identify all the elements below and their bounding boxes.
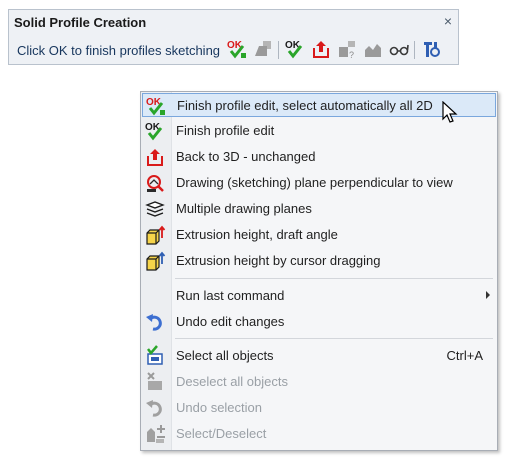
- menu-item-extrusion-drag[interactable]: Extrusion height by cursor dragging: [142, 249, 496, 273]
- context-menu: OK Finish profile edit, select automatic…: [140, 91, 498, 451]
- menu-item-select-deselect[interactable]: Select/Deselect: [142, 422, 496, 446]
- ok-check-icon[interactable]: OK: [284, 38, 306, 60]
- menu-item-undo-selection[interactable]: Undo selection: [142, 396, 496, 420]
- menu-item-run-last-command[interactable]: Run last command: [142, 284, 496, 308]
- menu-item-shortcut: Ctrl+A: [446, 348, 483, 363]
- toolbar-separator: [278, 41, 279, 59]
- close-icon[interactable]: ×: [444, 13, 452, 29]
- shapes-disabled-icon[interactable]: [252, 38, 274, 60]
- back-to-3d-icon[interactable]: [310, 38, 332, 60]
- menu-item-label: Finish profile edit: [176, 123, 275, 138]
- menu-item-label: Drawing (sketching) plane perpendicular …: [176, 175, 453, 190]
- toolbar-message: Click OK to finish profiles sketching: [17, 43, 221, 58]
- select-deselect-icon: [144, 423, 166, 445]
- back-to-3d-icon: [144, 146, 166, 168]
- deselect-all-icon: [144, 371, 166, 393]
- tools-icon[interactable]: [420, 38, 442, 60]
- extrusion-drag-icon: [144, 250, 166, 272]
- multiple-planes-icon: [144, 198, 166, 220]
- menu-item-label: Multiple drawing planes: [176, 201, 312, 216]
- menu-item-label: Extrusion height by cursor dragging: [176, 253, 381, 268]
- menu-item-undo-edit-changes[interactable]: Undo edit changes: [142, 310, 496, 334]
- menu-item-multiple-planes[interactable]: Multiple drawing planes: [142, 197, 496, 221]
- menu-item-label: Run last command: [176, 288, 285, 303]
- menu-item-deselect-all[interactable]: Deselect all objects: [142, 370, 496, 394]
- menu-item-label: Finish profile edit, select automaticall…: [177, 98, 433, 113]
- toolbar-title: Solid Profile Creation: [14, 15, 147, 30]
- menu-item-label: Deselect all objects: [176, 374, 288, 389]
- plane-perpendicular-icon: [144, 172, 166, 194]
- mouse-cursor-icon: [442, 101, 458, 123]
- undo-selection-icon: [144, 397, 166, 419]
- menu-separator: [175, 278, 493, 279]
- menu-item-label: Select/Deselect: [176, 426, 267, 441]
- shapes-edit-disabled-icon[interactable]: ?: [336, 38, 358, 60]
- profile-disabled-icon[interactable]: [362, 38, 384, 60]
- select-all-icon: [144, 345, 166, 367]
- extrusion-height-icon: [144, 224, 166, 246]
- svg-text:?: ?: [349, 50, 354, 60]
- menu-item-label: Back to 3D - unchanged: [176, 149, 316, 164]
- menu-item-back-to-3d[interactable]: Back to 3D - unchanged: [142, 145, 496, 169]
- menu-item-label: Undo selection: [176, 400, 262, 415]
- submenu-arrow-icon: [486, 291, 490, 299]
- ok-auto-2d-icon: OK: [145, 95, 167, 117]
- menu-item-label: Select all objects: [176, 348, 274, 363]
- toolbar-separator: [414, 41, 415, 59]
- menu-item-extrusion-height[interactable]: Extrusion height, draft angle: [142, 223, 496, 247]
- menu-item-label: Undo edit changes: [176, 314, 285, 329]
- solid-profile-toolbar: Solid Profile Creation × Click OK to fin…: [8, 9, 459, 65]
- ok-auto-2d-icon[interactable]: OK: [226, 38, 248, 60]
- ok-check-icon: OK: [144, 120, 166, 142]
- menu-separator: [175, 338, 493, 339]
- menu-item-plane-perpendicular[interactable]: Drawing (sketching) plane perpendicular …: [142, 171, 496, 195]
- menu-item-select-all[interactable]: Select all objects Ctrl+A: [142, 344, 496, 368]
- menu-item-label: Extrusion height, draft angle: [176, 227, 338, 242]
- glasses-icon[interactable]: [388, 38, 410, 60]
- undo-icon: [144, 311, 166, 333]
